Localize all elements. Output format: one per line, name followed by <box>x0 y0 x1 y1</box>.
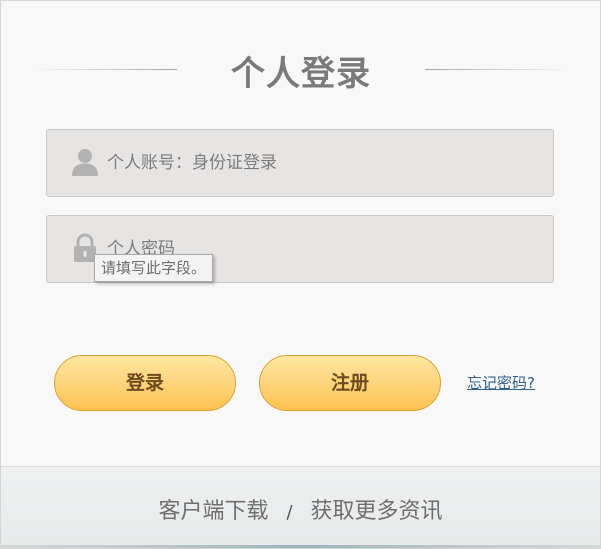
account-input[interactable] <box>107 147 537 179</box>
title-divider-left <box>31 69 177 70</box>
login-panel: 个人登录 请填写此字段。 登录 注册 忘记密码? 客户端下载 / 获取更多资讯 <box>0 0 601 549</box>
login-button[interactable]: 登录 <box>54 355 236 411</box>
footer-links: 客户端下载 / 获取更多资讯 <box>1 493 600 525</box>
user-icon <box>72 149 98 176</box>
footer-separator: / <box>286 502 293 523</box>
bottom-accent-bar <box>1 545 600 548</box>
client-download-link[interactable]: 客户端下载 <box>158 499 268 524</box>
validation-tooltip: 请填写此字段。 <box>94 254 214 282</box>
account-field[interactable] <box>46 129 554 197</box>
forgot-password-link[interactable]: 忘记密码? <box>467 372 535 393</box>
register-button[interactable]: 注册 <box>259 355 441 411</box>
page-title: 个人登录 <box>231 54 371 94</box>
footer: 客户端下载 / 获取更多资讯 <box>1 466 600 548</box>
title-row: 个人登录 <box>1 41 600 101</box>
more-info-link[interactable]: 获取更多资讯 <box>311 499 443 524</box>
title-divider-right <box>425 69 571 70</box>
